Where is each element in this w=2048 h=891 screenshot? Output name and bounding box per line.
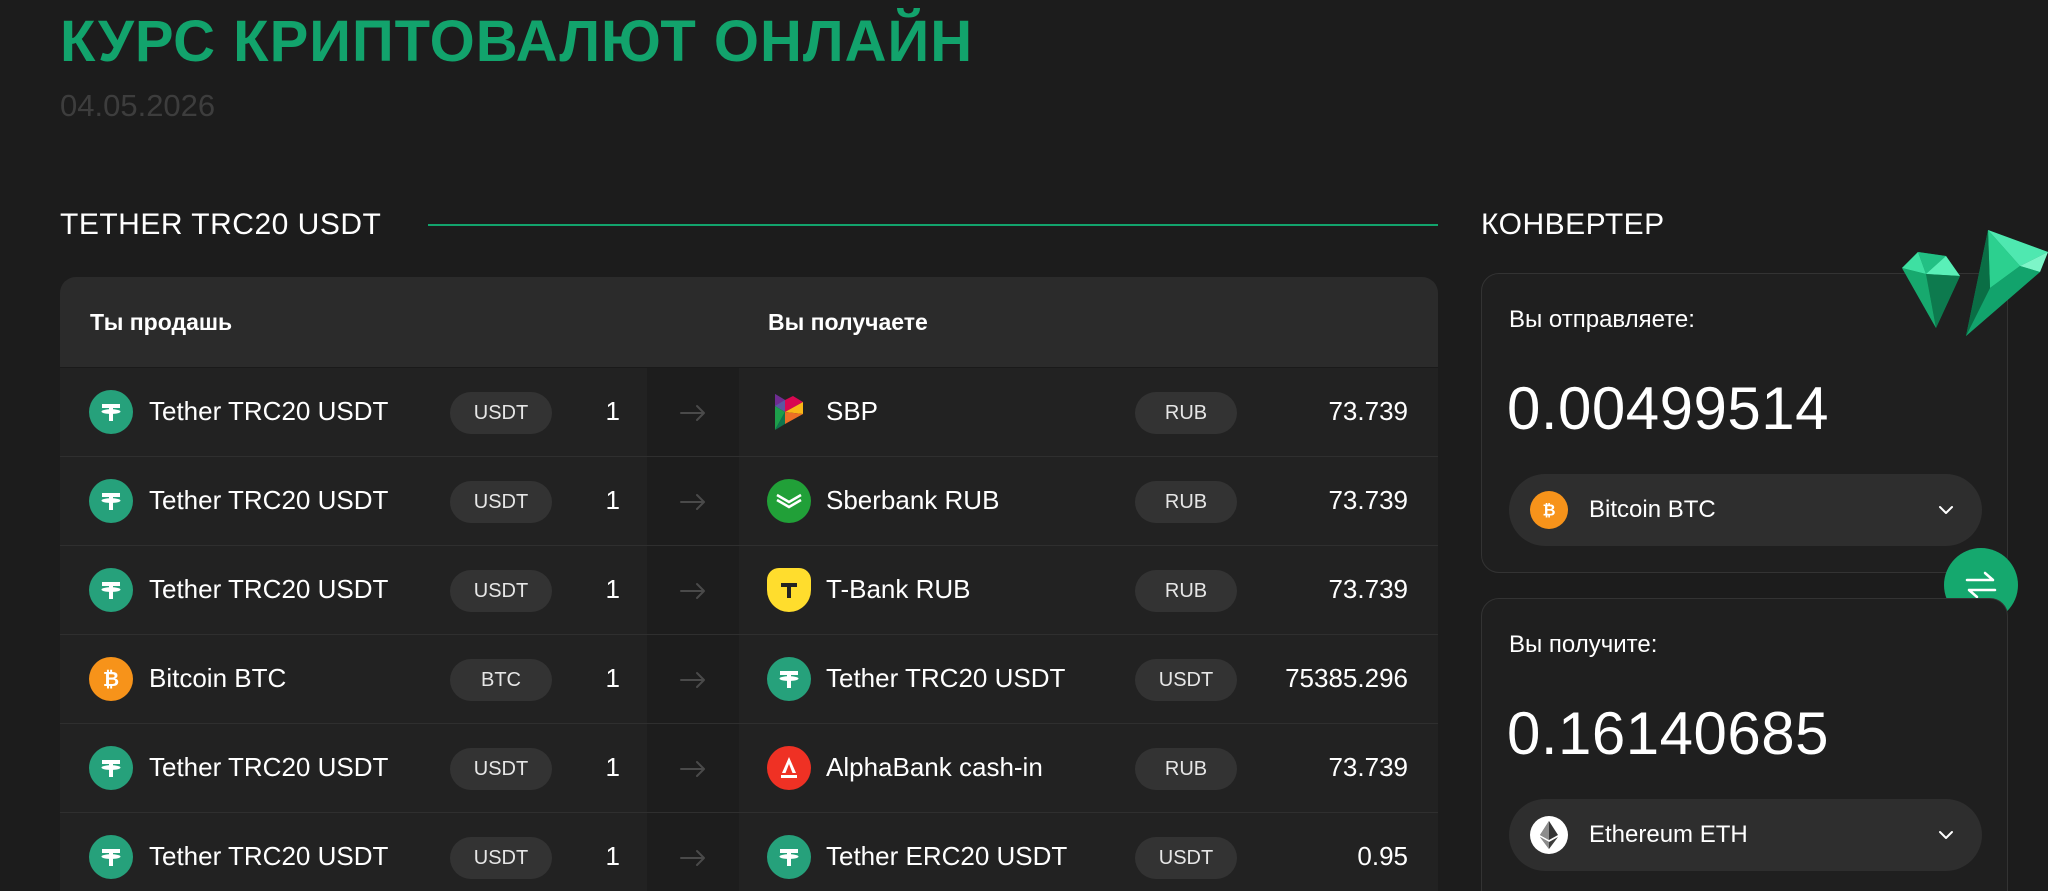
arrow-right-icon: [680, 849, 705, 866]
send-currency-label: Bitcoin BTC: [1589, 496, 1716, 523]
send-currency-select[interactable]: ₿ Bitcoin BTC: [1509, 474, 1982, 546]
send-amount-input[interactable]: 0.00499514: [1507, 374, 1829, 443]
rate-row[interactable]: ₿ Bitcoin BTC BTC 1 Tether TRC20 USDT USDT 753…: [60, 635, 1438, 724]
table-header: Ты продашь Вы получаете: [60, 277, 1438, 368]
from-currency-code: USDT: [450, 837, 552, 879]
arrow-column: [647, 368, 739, 457]
from-currency-name: Tether TRC20 USDT: [149, 752, 389, 782]
arrow-column: [647, 724, 739, 813]
tether-icon: [767, 835, 811, 879]
from-currency-name: Tether TRC20 USDT: [149, 574, 389, 604]
converter-receive-card: Вы получите: 0.16140685 Ethereum ETH: [1481, 598, 2008, 891]
arrow-right-icon: [680, 671, 705, 688]
from-amount: 1: [605, 841, 620, 871]
from-amount: 1: [605, 663, 620, 693]
to-currency-name: Tether ERC20 USDT: [826, 841, 1068, 871]
svg-text:₿: ₿: [1542, 502, 1555, 520]
from-amount: 1: [605, 574, 620, 604]
table-body: Tether TRC20 USDT USDT 1 SBP RUB 73.739 Tether…: [60, 368, 1438, 891]
from-currency-name: Tether TRC20 USDT: [149, 396, 389, 426]
bitcoin-icon: ₿: [89, 657, 133, 701]
arrow-column: [647, 813, 739, 891]
arrow-column: [647, 457, 739, 546]
from-currency-name: Tether TRC20 USDT: [149, 485, 389, 515]
rates-table: Ты продашь Вы получаете Tether TRC20 USD…: [60, 277, 1438, 891]
alphabank-icon: [767, 746, 811, 790]
to-amount: 75385.296: [1285, 663, 1408, 693]
bitcoin-icon: ₿: [1530, 491, 1568, 529]
tether-icon: [767, 657, 811, 701]
from-currency-name: Bitcoin BTC: [149, 663, 287, 693]
chevron-down-icon: [1939, 831, 1953, 839]
to-currency-name: AlphaBank cash-in: [826, 752, 1043, 782]
to-currency-name: Tether TRC20 USDT: [826, 663, 1066, 693]
from-currency-code: USDT: [450, 570, 552, 612]
gem-decoration-large: [1966, 230, 2048, 336]
receive-label: Вы получите:: [1509, 631, 1658, 658]
arrow-right-icon: [680, 404, 705, 421]
receive-amount-output: 0.16140685: [1507, 700, 1829, 767]
column-header-sell: Ты продашь: [90, 309, 233, 335]
arrow-right-icon: [680, 493, 705, 510]
to-currency-name: SBP: [826, 396, 879, 426]
page-title: КУРС КРИПТОВАЛЮТ ОНЛАЙН: [60, 9, 974, 74]
from-currency-code: USDT: [450, 481, 552, 523]
svg-text:₿: ₿: [103, 669, 119, 691]
chevron-down-icon: [1939, 506, 1953, 514]
from-amount: 1: [605, 752, 620, 782]
swap-icon: [1965, 571, 1997, 599]
tether-icon: [89, 835, 133, 879]
tether-icon: [89, 568, 133, 612]
arrow-right-icon: [680, 582, 705, 599]
section-divider: [428, 224, 1438, 226]
sberbank-icon: [767, 479, 811, 523]
from-amount: 1: [605, 396, 620, 426]
from-currency-name: Tether TRC20 USDT: [149, 841, 389, 871]
column-header-get: Вы получаете: [768, 309, 928, 335]
rate-row[interactable]: Tether TRC20 USDT USDT 1 Tether ERC20 USDT U…: [60, 813, 1438, 891]
tether-icon: [89, 390, 133, 434]
to-currency-name: T-Bank RUB: [826, 574, 971, 604]
to-amount: 73.739: [1328, 574, 1408, 604]
arrow-column: [647, 546, 739, 635]
to-currency-name: Sberbank RUB: [826, 485, 1000, 515]
to-amount: 0.95: [1357, 841, 1408, 871]
tether-icon: [89, 479, 133, 523]
to-amount: 73.739: [1328, 752, 1408, 782]
page-date: 04.05.2026: [60, 88, 216, 123]
tether-icon: [89, 746, 133, 790]
send-label: Вы отправляете:: [1509, 306, 1695, 333]
converter-title: КОНВЕРТЕР: [1481, 208, 1665, 241]
receive-currency-label: Ethereum ETH: [1589, 821, 1748, 848]
tbank-icon: [767, 568, 811, 612]
section-title: TETHER TRC20 USDT: [60, 208, 382, 241]
from-currency-code: USDT: [450, 392, 552, 434]
ethereum-icon: [1530, 816, 1568, 854]
from-currency-code: BTC: [450, 659, 552, 701]
to-amount: 73.739: [1328, 485, 1408, 515]
rate-row[interactable]: Tether TRC20 USDT USDT 1 SBP RUB 73.739: [60, 368, 1438, 457]
from-currency-code: USDT: [450, 748, 552, 790]
rate-row[interactable]: Tether TRC20 USDT USDT 1 Sberbank RUB RUB 73.…: [60, 457, 1438, 546]
from-amount: 1: [605, 485, 620, 515]
gem-decoration-small: [1902, 252, 1960, 328]
arrow-column: [647, 635, 739, 724]
arrow-right-icon: [680, 760, 705, 777]
receive-currency-select[interactable]: Ethereum ETH: [1509, 799, 1982, 871]
rate-row[interactable]: Tether TRC20 USDT USDT 1 AlphaBank cash-in R…: [60, 724, 1438, 813]
sbp-icon: [767, 390, 811, 434]
to-amount: 73.739: [1328, 396, 1408, 426]
rate-row[interactable]: Tether TRC20 USDT USDT 1 T-Bank RUB RUB 73.73…: [60, 546, 1438, 635]
